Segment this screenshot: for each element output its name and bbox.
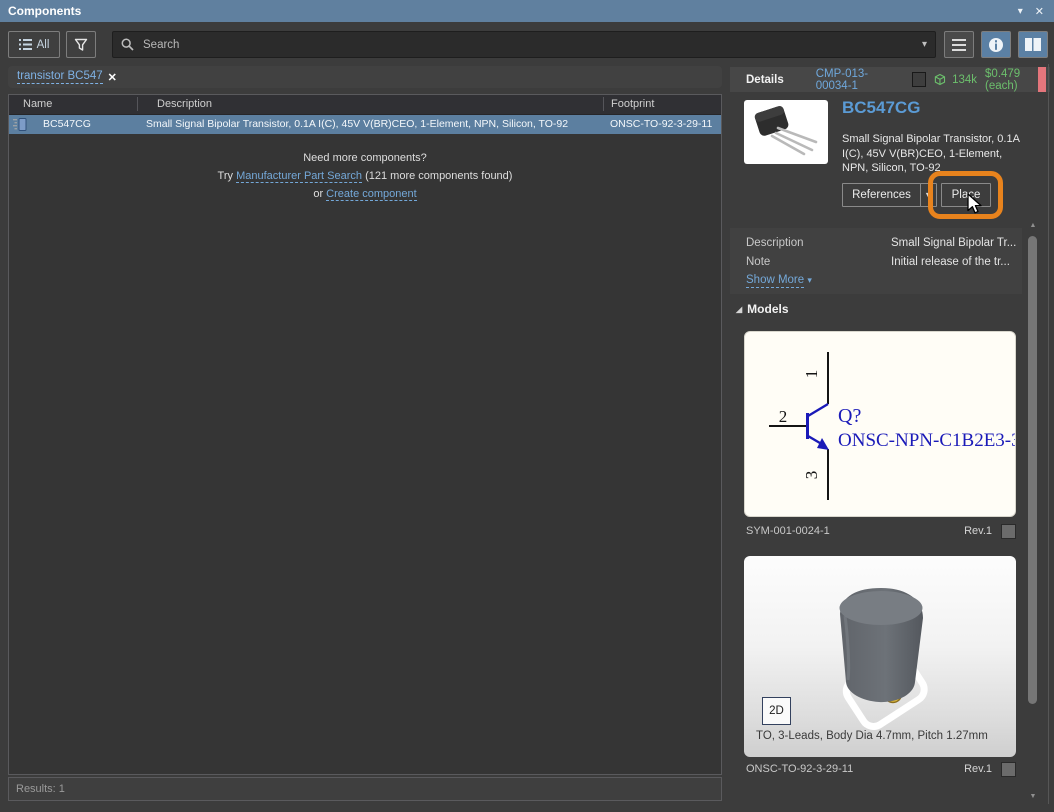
schematic-symbol-preview[interactable]: 1 2 3 Q? ONSC-NPN-C1B2E3-3 bbox=[744, 331, 1016, 517]
footprint-description: TO, 3-Leads, Body Dia 4.7mm, Pitch 1.27m… bbox=[756, 730, 988, 742]
chevron-down-icon: ▼ bbox=[924, 190, 933, 200]
filter-chip[interactable]: transistor BC547 bbox=[17, 70, 103, 84]
details-toggle-button[interactable] bbox=[981, 31, 1011, 58]
show-more-arrow-icon: ▾ bbox=[807, 275, 812, 285]
view-2d-button[interactable]: 2D bbox=[762, 697, 791, 725]
to92-3d-model bbox=[744, 556, 1016, 757]
info-icon bbox=[988, 37, 1004, 53]
manufacturer-part-search-link[interactable]: Manufacturer Part Search bbox=[236, 170, 362, 183]
lifecycle-checkbox[interactable] bbox=[912, 72, 926, 87]
more-components-heading: Need more components? bbox=[9, 149, 721, 167]
component-id-link[interactable]: CMP-013-00034-1 bbox=[816, 68, 903, 92]
symbol-caption-row: SYM-001-0024-1 Rev.1 bbox=[744, 524, 1016, 540]
property-label: Description bbox=[746, 237, 804, 249]
transistor-photo bbox=[748, 104, 824, 160]
filter-chip-remove-icon[interactable]: ✕ bbox=[108, 71, 117, 84]
models-section-header[interactable]: ◢ Models bbox=[736, 302, 789, 316]
symbol-designator: Q? bbox=[838, 405, 861, 427]
supply-chain-cube-icon bbox=[934, 73, 946, 86]
component-photo-thumbnail[interactable] bbox=[744, 100, 828, 164]
footprint-rev-checkbox[interactable] bbox=[1001, 762, 1016, 777]
panel-title: Components bbox=[0, 4, 81, 18]
column-header-name[interactable]: Name bbox=[23, 98, 52, 110]
active-filter-bar: transistor BC547 ✕ bbox=[8, 66, 722, 88]
component-icon bbox=[12, 117, 28, 135]
search-icon bbox=[121, 38, 134, 51]
panel-titlebar: Components ▾ ✕ bbox=[0, 0, 1054, 22]
property-label: Note bbox=[746, 256, 770, 268]
symbol-rev-checkbox[interactable] bbox=[1001, 524, 1016, 539]
details-label: Details bbox=[746, 74, 784, 86]
details-scrollbar[interactable]: ▲ ▼ bbox=[1026, 222, 1040, 800]
property-row: Description Small Signal Bipolar Tr... bbox=[746, 237, 804, 249]
column-header-description[interactable]: Description bbox=[157, 98, 212, 110]
npn-symbol-drawing: 1 2 3 Q? ONSC-NPN-C1B2E3-3 bbox=[745, 332, 1016, 517]
panel-options-button[interactable] bbox=[944, 31, 974, 58]
symbol-id: SYM-001-0024-1 bbox=[746, 525, 830, 537]
models-heading: Models bbox=[747, 302, 788, 316]
components-panel: Components ▾ ✕ All ▾ bbox=[0, 0, 1054, 812]
pin-number-1: 1 bbox=[802, 370, 821, 379]
footprint-caption-row: ONSC-TO-92-3-29-11 Rev.1 bbox=[744, 762, 1016, 778]
references-label: References bbox=[852, 189, 911, 201]
filter-button[interactable] bbox=[66, 31, 96, 58]
details-header: Details CMP-013-00034-1 134k $0.479 (eac… bbox=[730, 67, 1050, 92]
property-value: Initial release of the tr... bbox=[891, 256, 1010, 268]
cell-description: Small Signal Bipolar Transistor, 0.1A I(… bbox=[146, 118, 601, 130]
hamburger-icon bbox=[952, 39, 966, 51]
category-all-button[interactable]: All bbox=[8, 31, 60, 58]
collapse-triangle-icon: ◢ bbox=[736, 305, 742, 314]
mps-note: (121 more components found) bbox=[365, 170, 512, 182]
try-prefix: Try bbox=[218, 170, 233, 182]
search-box[interactable]: ▾ bbox=[112, 31, 936, 58]
panel-edge-divider bbox=[1048, 64, 1049, 804]
table-header: Name Description Footprint bbox=[9, 95, 721, 115]
column-header-footprint[interactable]: Footprint bbox=[611, 98, 654, 110]
stock-count: 134k bbox=[952, 74, 977, 86]
footprint-revision: Rev.1 bbox=[964, 763, 992, 775]
category-all-label: All bbox=[37, 39, 50, 51]
scroll-down-icon[interactable]: ▼ bbox=[1026, 793, 1040, 800]
show-more-label: Show More bbox=[746, 274, 804, 288]
references-button[interactable]: References bbox=[842, 183, 921, 207]
search-dropdown-arrow-icon[interactable]: ▾ bbox=[922, 39, 927, 50]
pin-number-3: 3 bbox=[802, 471, 821, 480]
funnel-icon bbox=[74, 38, 88, 52]
panel-close-icon[interactable]: ✕ bbox=[1035, 5, 1044, 18]
list-icon bbox=[19, 39, 32, 50]
place-button[interactable]: Place bbox=[941, 183, 991, 207]
more-components-message: Need more components? Try Manufacturer P… bbox=[9, 149, 721, 203]
symbol-revision: Rev.1 bbox=[964, 525, 992, 537]
create-component-link[interactable]: Create component bbox=[326, 188, 417, 201]
table-row[interactable]: BC547CG Small Signal Bipolar Transistor,… bbox=[9, 115, 721, 134]
property-value: Small Signal Bipolar Tr... bbox=[891, 237, 1016, 249]
results-statusbar: Results: 1 bbox=[8, 777, 722, 801]
symbol-name: ONSC-NPN-C1B2E3-3 bbox=[838, 430, 1016, 451]
show-more-link[interactable]: Show More ▾ bbox=[746, 274, 812, 286]
component-title: BC547CG bbox=[842, 98, 920, 118]
pin-number-2: 2 bbox=[779, 407, 788, 426]
footprint-3d-preview[interactable]: 2D TO, 3-Leads, Body Dia 4.7mm, Pitch 1.… bbox=[744, 556, 1016, 757]
cell-footprint: ONSC-TO-92-3-29-11 bbox=[610, 118, 712, 130]
panel-layout-button[interactable] bbox=[1018, 31, 1048, 58]
search-input[interactable] bbox=[141, 38, 922, 52]
results-table: Name Description Footprint BC547CG Small… bbox=[8, 94, 722, 775]
component-description: Small Signal Bipolar Transistor, 0.1A I(… bbox=[842, 132, 1022, 176]
footprint-id: ONSC-TO-92-3-29-11 bbox=[746, 763, 853, 775]
availability-bar bbox=[1038, 67, 1046, 92]
place-label: Place bbox=[952, 189, 981, 201]
cell-name: BC547CG bbox=[43, 118, 91, 130]
references-dropdown-button[interactable]: ▼ bbox=[920, 183, 937, 207]
view-2d-label: 2D bbox=[769, 705, 784, 717]
property-row: Note Initial release of the tr... bbox=[746, 256, 770, 268]
properties-box: Description Small Signal Bipolar Tr... N… bbox=[730, 228, 1022, 294]
scrollbar-thumb[interactable] bbox=[1028, 236, 1037, 704]
or-prefix: or bbox=[313, 188, 323, 200]
columns-icon bbox=[1024, 37, 1042, 52]
panel-menu-arrow-icon[interactable]: ▾ bbox=[1018, 6, 1023, 17]
scroll-up-icon[interactable]: ▲ bbox=[1026, 222, 1040, 229]
results-count: Results: 1 bbox=[16, 783, 65, 795]
